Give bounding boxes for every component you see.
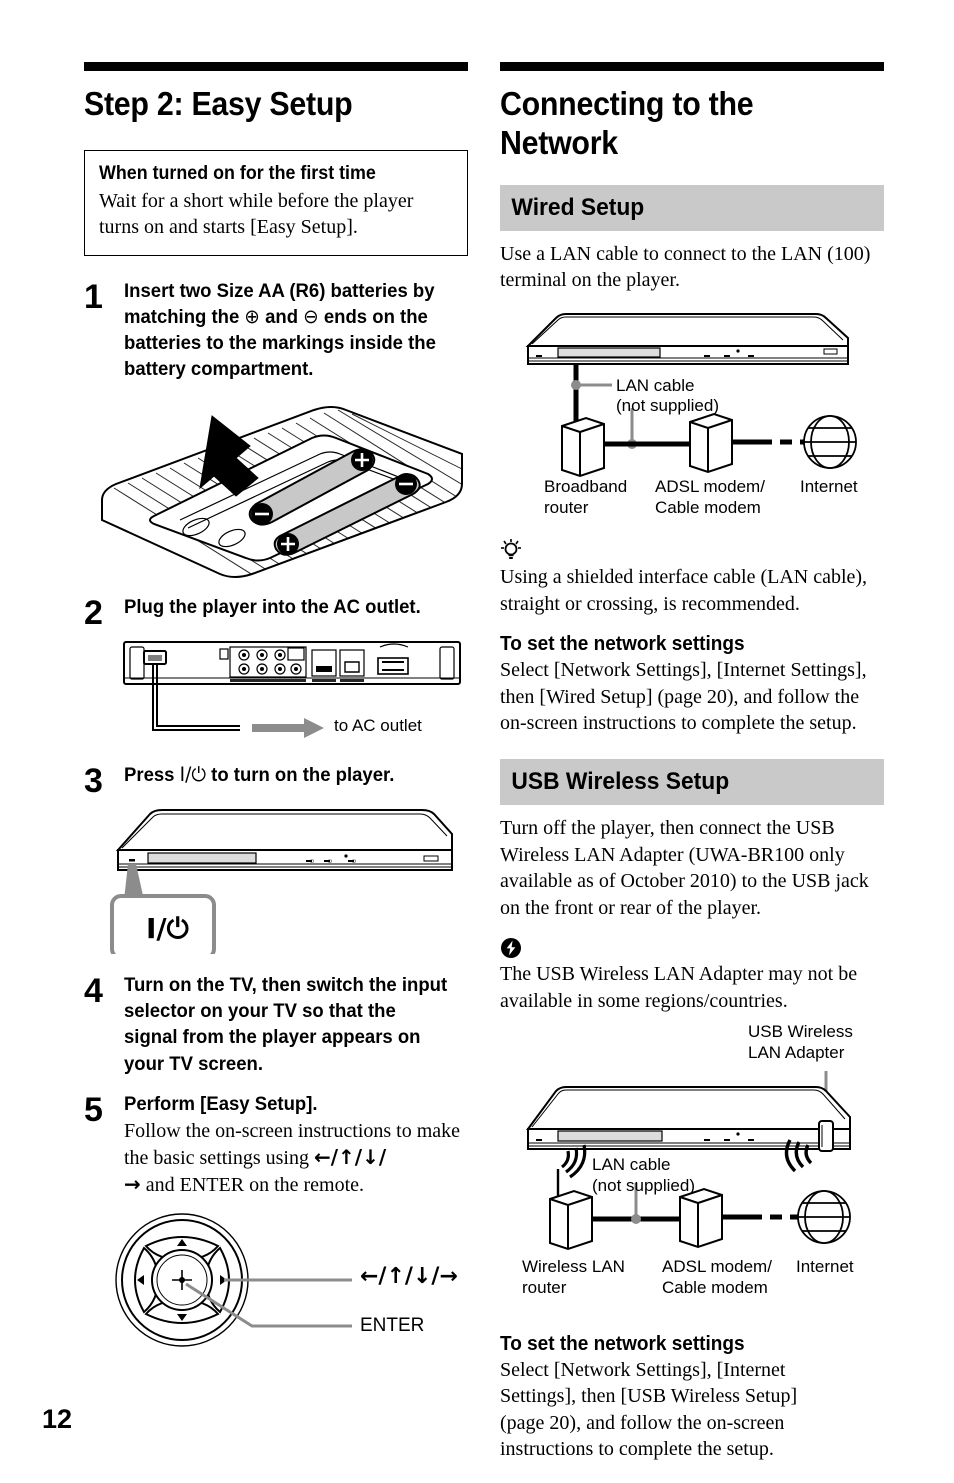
usb-lan-cable-label-1: LAN cable (592, 1154, 671, 1174)
figure-remote-battery-compartment (84, 392, 468, 582)
usb-note-text: The USB Wireless LAN Adapter may not be … (500, 963, 858, 1012)
step-2-heading: Plug the player into the AC outlet. (124, 596, 421, 619)
wired-setup-intro: Use a LAN cable to connect to the LAN (1… (500, 242, 871, 292)
page-title-network: Connecting to the Network (500, 85, 754, 161)
step-5-number: 5 (84, 1090, 103, 1129)
step-5: 5 Perform [Easy Setup]. Follow the on-sc… (84, 1091, 468, 1199)
first-time-box: When turned on for the first time Wait f… (84, 149, 468, 256)
lightning-note-icon (501, 938, 521, 959)
arrow-keys-icon-2: → (124, 1172, 141, 1197)
step-3-heading: Press I/⏻ to turn on the player. (124, 762, 451, 788)
figure-player-rear-panel: to AC outlet (122, 638, 468, 748)
dpad-arrows-callout-icon: ←/↑/↓/→ (360, 1264, 458, 1290)
usb-settings-heading: To set the network settings (500, 1332, 745, 1355)
wired-modem-label-2: Cable modem (655, 498, 761, 518)
right-section-rule (500, 62, 884, 71)
left-section-rule (84, 62, 468, 71)
usb-lan-cable-label-2: (not supplied) (592, 1175, 696, 1195)
enter-callout-label: ENTER (360, 1315, 425, 1337)
wired-setup-band-heading: Wired Setup (500, 184, 884, 231)
power-icon: I/⏻ (179, 763, 206, 787)
step-5-heading: Perform [Easy Setup]. (124, 1092, 318, 1115)
step-1: 1 Insert two Size AA (R6) batteries by m… (84, 278, 468, 383)
manual-page: Step 2: Easy Setup When turned on for th… (0, 0, 954, 1483)
power-button-callout-icon: I/⏻ (146, 912, 189, 946)
figure-player-front-power: ⏻⏻⏻ I/⏻ (106, 804, 468, 955)
step-1-heading: Insert two Size AA (R6) batteries by mat… (124, 278, 451, 383)
step-5-text-b: and ENTER on the remote. (140, 1174, 365, 1197)
usb-router-label-2: router (522, 1277, 567, 1297)
right-column: Connecting to the Network Wired Setup Us… (500, 0, 884, 1463)
wired-settings-heading: To set the network settings (500, 633, 745, 656)
left-column: Step 2: Easy Setup When turned on for th… (84, 0, 468, 1358)
step-4-number: 4 (84, 972, 103, 1011)
step-1-text-b: and (259, 305, 304, 328)
first-time-text: Wait for a short while before the player… (99, 189, 414, 239)
step-4-heading: Turn on the TV, then switch the input se… (124, 974, 448, 1075)
step-2: 2 Plug the player into the AC outlet. (84, 594, 468, 630)
usb-settings-text: Select [Network Settings], [Internet Set… (500, 1358, 798, 1461)
arrow-keys-icon-1: ←/↑/↓/ (313, 1145, 387, 1170)
step-3-text-a: Press (124, 764, 180, 787)
page-number: 12 (42, 1404, 73, 1434)
usb-adapter-label-1: USB Wireless (748, 1021, 853, 1041)
usb-wireless-band-heading: USB Wireless Setup (500, 759, 884, 806)
usb-wireless-setup-section: USB Wireless Setup (500, 737, 884, 806)
step-3-text-b: to turn on the player. (205, 764, 395, 787)
to-ac-outlet-label: to AC outlet (334, 716, 422, 736)
wired-router-label-1: Broadband (544, 477, 628, 497)
usb-dongle (818, 1119, 834, 1152)
step-2-number: 2 (84, 594, 103, 633)
wired-router-label-2: router (544, 498, 589, 518)
first-time-heading: When turned on for the first time (99, 162, 376, 184)
step-1-number: 1 (84, 277, 103, 316)
usb-router-label-1: Wireless LAN (522, 1256, 625, 1276)
wired-lan-cable-label-2: (not supplied) (616, 396, 720, 416)
step-3: 3 Press I/⏻ to turn on the player. (84, 762, 468, 798)
wired-tip-block: Using a shielded interface cable (LAN ca… (500, 538, 884, 617)
wired-lan-cable-label-1: LAN cable (616, 376, 695, 396)
usb-note-block: The USB Wireless LAN Adapter may not be … (500, 937, 884, 1014)
lightbulb-tip-icon (501, 539, 521, 560)
wired-tip-text: Using a shielded interface cable (LAN ca… (500, 566, 868, 615)
step-5-text-a: Follow the on-screen instructions to mak… (124, 1119, 461, 1170)
wired-internet-label: Internet (800, 477, 858, 497)
usb-modem-label-1: ADSL modem/ (662, 1256, 772, 1276)
wired-modem-label-1: ADSL modem/ (655, 477, 765, 497)
figure-wireless-network-diagram: USB Wireless LAN Adapter LAN cable (not … (500, 1021, 884, 1311)
step-4: 4 Turn on the TV, then switch the input … (84, 972, 468, 1077)
usb-modem-label-2: Cable modem (662, 1277, 768, 1297)
figure-remote-dpad: ←/↑/↓/→ ENTER (102, 1208, 468, 1358)
plus-icon: ⊕ (244, 304, 260, 328)
figure-wired-network-diagram: LAN cable (not supplied) Broadband route… (500, 304, 884, 517)
page-title-step2: Step 2: Easy Setup (84, 85, 353, 122)
usb-internet-label: Internet (796, 1256, 854, 1276)
wired-setup-section: Wired Setup (500, 163, 884, 231)
wired-settings-text: Select [Network Settings], [Internet Set… (500, 659, 867, 735)
usb-wireless-intro: Turn off the player, then connect the US… (500, 817, 869, 919)
usb-adapter-label-2: LAN Adapter (748, 1042, 845, 1062)
to-ac-outlet-arrow-icon (252, 718, 324, 739)
minus-icon: ⊖ (303, 304, 319, 328)
step-3-number: 3 (84, 762, 103, 801)
step-5-subtext: Follow the on-screen instructions to mak… (124, 1118, 468, 1199)
